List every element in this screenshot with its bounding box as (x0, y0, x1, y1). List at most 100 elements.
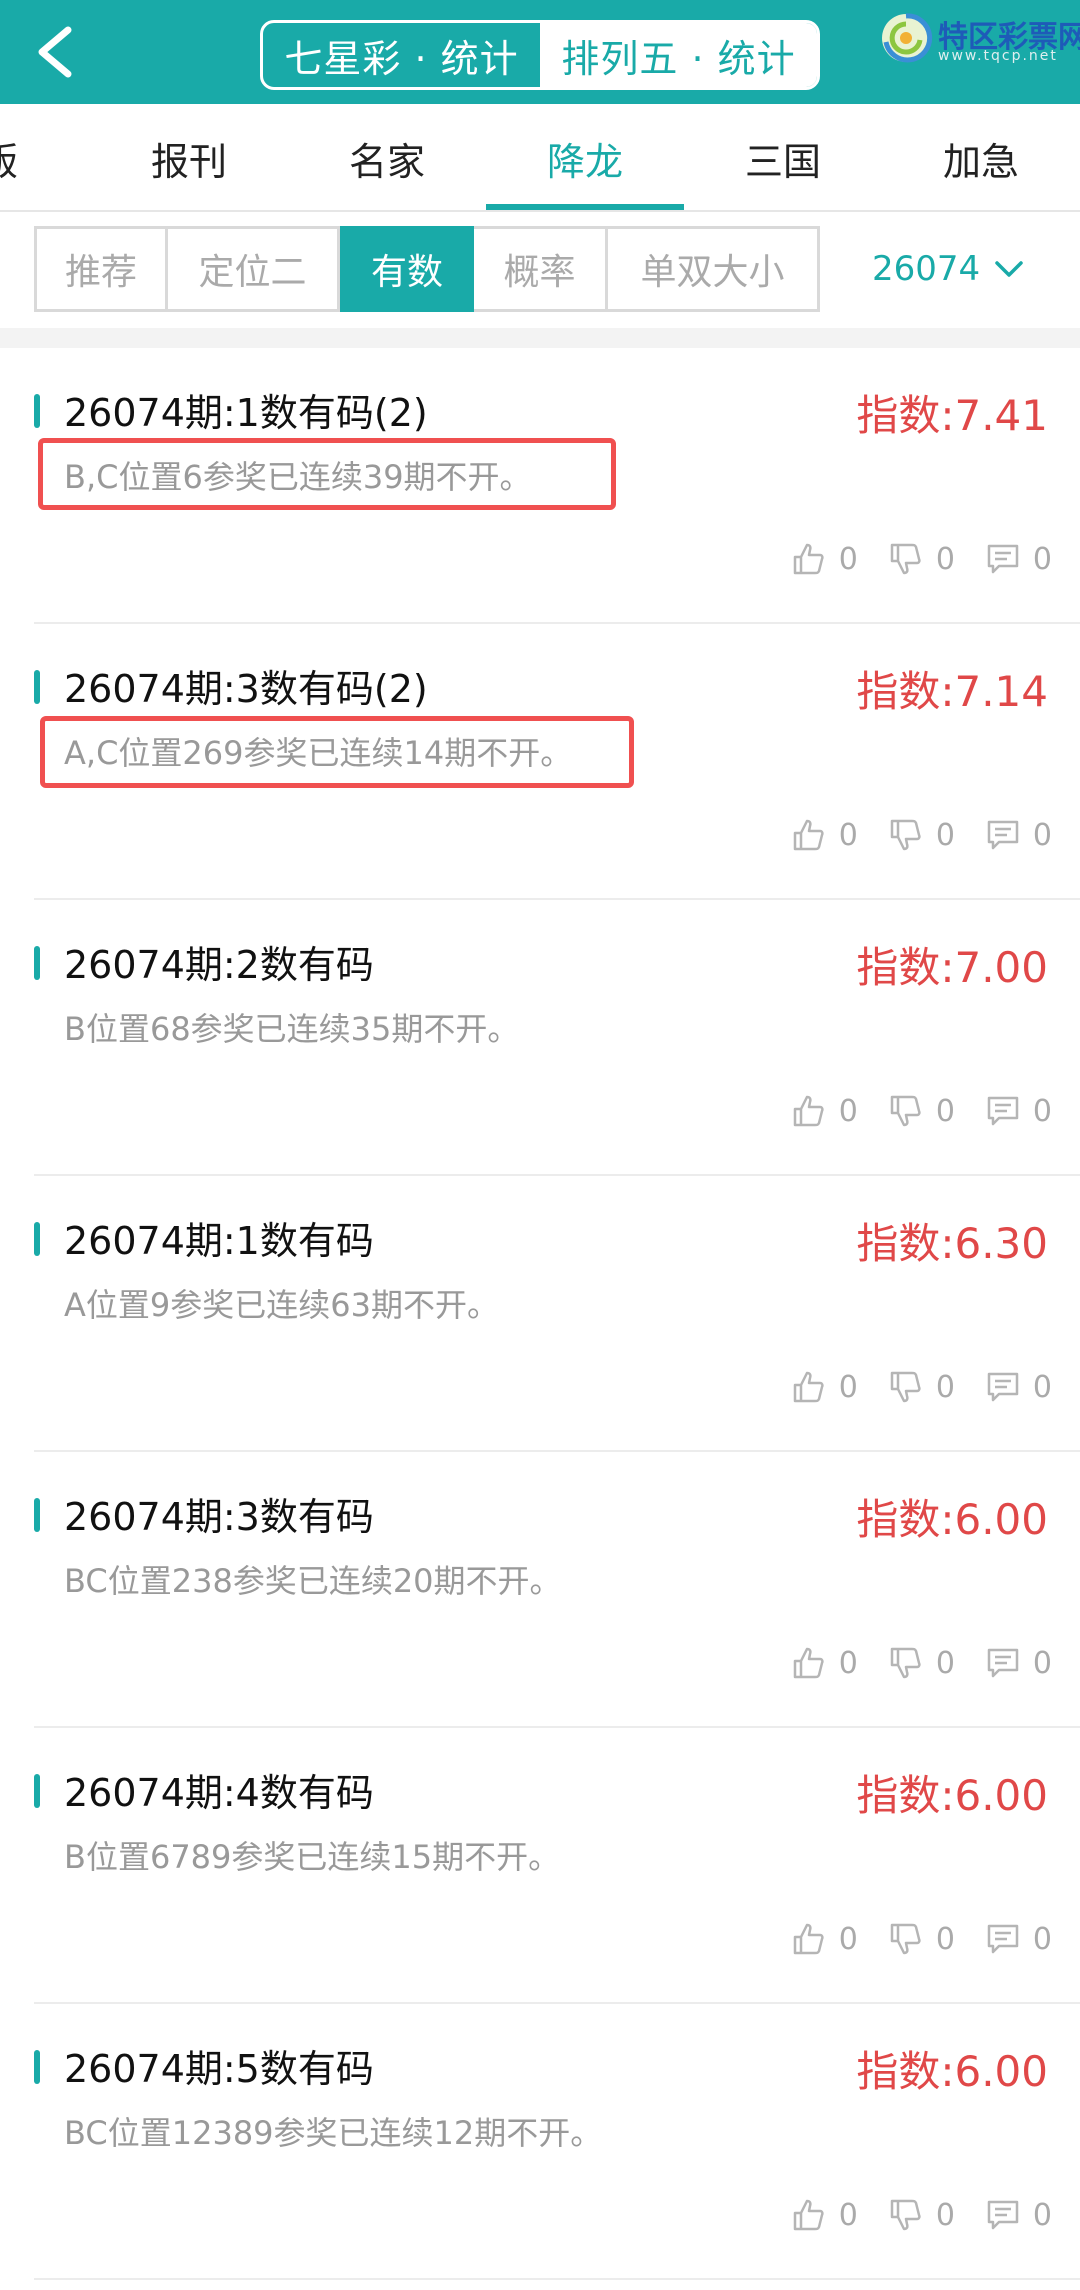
item-actions: 0 0 0 (761, 1640, 1052, 1686)
thumbs-down-icon (890, 819, 921, 851)
dislike-count: 0 (935, 1369, 955, 1405)
item-title: 26074期:3数有码(2) (64, 667, 428, 711)
like-count: 0 (838, 1369, 858, 1405)
thumbs-up-icon (793, 1923, 824, 1955)
dislike-button[interactable]: 0 (888, 2197, 955, 2233)
filter-bar: 推荐 定位二 有数 概率 单双大小 26074 (0, 212, 1080, 328)
item-title: 26074期:5数有码 (64, 2047, 374, 2091)
thumbs-down-icon (890, 1095, 921, 1127)
swirl-logo-icon (882, 13, 933, 63)
comment-button[interactable]: 0 (985, 1645, 1052, 1681)
title-marker (34, 1774, 40, 1808)
item-title: 26074期:1数有码(2) (64, 391, 428, 435)
dislike-button[interactable]: 0 (888, 1921, 955, 1957)
like-button[interactable]: 0 (791, 1369, 858, 1405)
comment-icon (987, 2200, 1019, 2230)
filter-youshu[interactable]: 有数 (340, 226, 474, 312)
stats-list: 26074期:1数有码(2) 指数:7.41 B,C位置6参奖已连续39期不开。… (0, 348, 1080, 2280)
issue-dropdown[interactable]: 26074 (872, 226, 1052, 312)
tab-sanguo[interactable]: 三国 (684, 104, 882, 212)
segment-pailiewu[interactable]: 排列五 · 统计 (540, 23, 817, 87)
like-button[interactable]: 0 (791, 1093, 858, 1129)
like-count: 0 (838, 817, 858, 853)
thumbs-up-icon (793, 819, 824, 851)
issue-number: 26074 (872, 249, 981, 289)
dislike-count: 0 (935, 1645, 955, 1681)
highlight-box (40, 716, 634, 788)
comment-button[interactable]: 0 (985, 817, 1052, 853)
thumbs-up-icon (793, 2199, 824, 2231)
item-desc: BC位置238参奖已连续20期不开。 (64, 1562, 562, 1600)
comment-button[interactable]: 0 (985, 1921, 1052, 1957)
item-index: 指数:7.41 (856, 391, 1048, 440)
back-button[interactable] (22, 14, 98, 90)
like-count: 0 (838, 541, 858, 577)
like-button[interactable]: 0 (791, 1645, 858, 1681)
comment-icon (987, 544, 1019, 574)
filter-danshuangdaxiao[interactable]: 单双大小 (608, 226, 820, 312)
comment-count: 0 (1032, 541, 1052, 577)
item-index: 指数:6.00 (856, 1495, 1048, 1544)
comment-icon (987, 1372, 1019, 1402)
category-tabs: 版 报刊 名家 降龙 三国 加急 (0, 104, 1080, 212)
back-arrow-icon (38, 26, 72, 78)
logo-url: www.tqcp.net (938, 48, 1058, 64)
title-marker (34, 670, 40, 704)
tab-baokan[interactable]: 报刊 (90, 104, 288, 212)
list-item[interactable]: 26074期:5数有码 指数:6.00 BC位置12389参奖已连续12期不开。… (0, 2004, 1080, 2280)
item-title: 26074期:2数有码 (64, 943, 374, 987)
like-button[interactable]: 0 (791, 817, 858, 853)
item-index: 指数:7.00 (856, 943, 1048, 992)
thumbs-up-icon (793, 1095, 824, 1127)
thumbs-down-icon (890, 1647, 921, 1679)
title-marker (34, 1222, 40, 1256)
thumbs-down-icon (890, 1923, 921, 1955)
comment-count: 0 (1032, 1921, 1052, 1957)
dislike-button[interactable]: 0 (888, 1645, 955, 1681)
dislike-count: 0 (935, 541, 955, 577)
like-count: 0 (838, 1921, 858, 1957)
like-count: 0 (838, 1093, 858, 1129)
comment-button[interactable]: 0 (985, 2197, 1052, 2233)
filter-dingweier[interactable]: 定位二 (168, 226, 340, 312)
item-title: 26074期:4数有码 (64, 1771, 374, 1815)
chevron-down-icon (995, 261, 1023, 277)
thumbs-down-icon (890, 543, 921, 575)
dislike-button[interactable]: 0 (888, 541, 955, 577)
title-marker (34, 1498, 40, 1532)
list-item[interactable]: 26074期:2数有码 指数:7.00 B位置68参奖已连续35期不开。 0 0… (0, 900, 1080, 1176)
comment-count: 0 (1032, 1645, 1052, 1681)
segment-qixingcai[interactable]: 七星彩 · 统计 (263, 23, 540, 87)
item-index: 指数:7.14 (856, 667, 1048, 716)
like-button[interactable]: 0 (791, 541, 858, 577)
comment-icon (987, 820, 1019, 850)
tab-ban[interactable]: 版 (0, 104, 40, 212)
thumbs-up-icon (793, 1647, 824, 1679)
tab-mingjia[interactable]: 名家 (288, 104, 486, 212)
item-desc: A位置9参奖已连续63期不开。 (64, 1286, 499, 1324)
dislike-count: 0 (935, 817, 955, 853)
comment-button[interactable]: 0 (985, 1369, 1052, 1405)
highlight-box (38, 438, 616, 510)
like-button[interactable]: 0 (791, 1921, 858, 1957)
filter-gailv[interactable]: 概率 (474, 226, 608, 312)
tab-jianglong[interactable]: 降龙 (486, 104, 684, 212)
list-item[interactable]: 26074期:3数有码(2) 指数:7.14 A,C位置269参奖已连续14期不… (0, 624, 1080, 900)
item-actions: 0 0 0 (761, 2192, 1052, 2238)
like-button[interactable]: 0 (791, 2197, 858, 2233)
list-item[interactable]: 26074期:3数有码 指数:6.00 BC位置238参奖已连续20期不开。 0… (0, 1452, 1080, 1728)
list-item[interactable]: 26074期:1数有码(2) 指数:7.41 B,C位置6参奖已连续39期不开。… (0, 348, 1080, 624)
dislike-button[interactable]: 0 (888, 817, 955, 853)
active-tab-indicator (486, 204, 684, 210)
thumbs-up-icon (793, 543, 824, 575)
dislike-button[interactable]: 0 (888, 1369, 955, 1405)
dislike-button[interactable]: 0 (888, 1093, 955, 1129)
like-count: 0 (838, 2197, 858, 2233)
comment-icon (987, 1096, 1019, 1126)
tab-jiaji[interactable]: 加急 (882, 104, 1080, 212)
comment-button[interactable]: 0 (985, 541, 1052, 577)
list-item[interactable]: 26074期:1数有码 指数:6.30 A位置9参奖已连续63期不开。 0 0 … (0, 1176, 1080, 1452)
list-item[interactable]: 26074期:4数有码 指数:6.00 B位置6789参奖已连续15期不开。 0… (0, 1728, 1080, 2004)
filter-tuijian[interactable]: 推荐 (34, 226, 168, 312)
comment-button[interactable]: 0 (985, 1093, 1052, 1129)
